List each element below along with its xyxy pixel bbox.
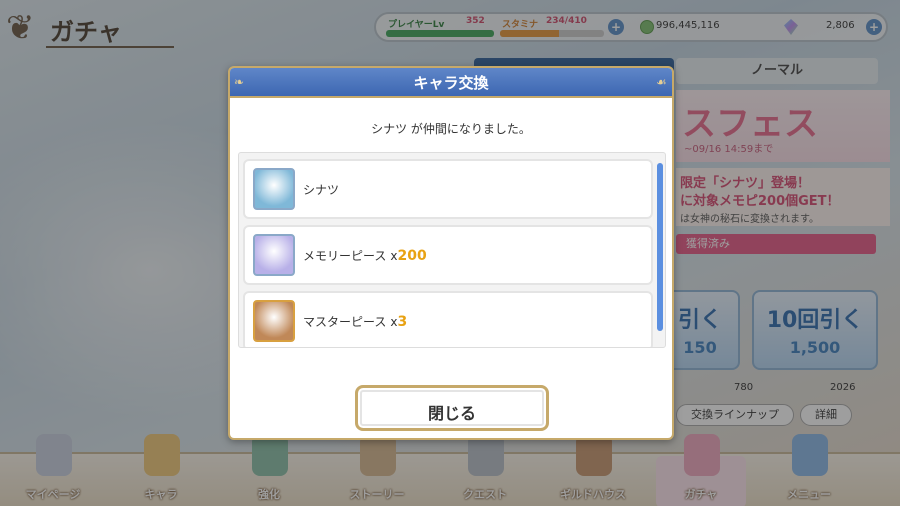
reward-label: マスターピース x3 [303, 313, 407, 330]
list-item: シナツ [243, 159, 653, 219]
dialog-title: キャラ交換 [413, 74, 489, 92]
message-character-name: シナツ [371, 122, 408, 136]
reward-quantity: 3 [397, 314, 408, 330]
reward-name: メモリーピース [303, 249, 387, 263]
reward-multiplier: x [390, 315, 398, 329]
scrollbar[interactable] [657, 163, 663, 331]
reward-multiplier: x [390, 249, 398, 263]
list-item: マスターピース x3 [243, 291, 653, 347]
close-button[interactable]: 閉じる [355, 385, 549, 431]
reward-label: シナツ [303, 181, 339, 198]
dialog-header: ❧ キャラ交換 ☙ [230, 68, 672, 98]
reward-label: メモリーピース x200 [303, 247, 427, 264]
character-icon [253, 168, 295, 210]
close-button-label: 閉じる [427, 404, 476, 423]
scrollbar-thumb[interactable] [657, 163, 663, 331]
reward-quantity: 200 [397, 248, 427, 264]
character-exchange-dialog: ❧ キャラ交換 ☙ シナツ が仲間になりました。 シナツ メモリーピース x200… [228, 66, 674, 440]
reward-name: シナツ [303, 183, 340, 197]
memory-piece-icon [253, 234, 295, 276]
master-piece-icon [253, 300, 295, 342]
message-text: が仲間になりました。 [410, 122, 531, 136]
corner-ornament-icon: ☙ [656, 75, 667, 89]
list-item: メモリーピース x200 [243, 225, 653, 285]
reward-name: マスターピース [303, 315, 387, 329]
reward-list[interactable]: シナツ メモリーピース x200 マスターピース x3 [238, 152, 666, 348]
dialog-message: シナツ が仲間になりました。 [230, 120, 672, 137]
